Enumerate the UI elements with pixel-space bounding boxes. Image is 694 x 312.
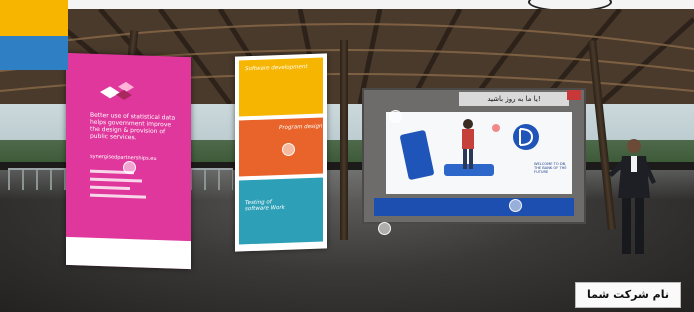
booth-screen[interactable]: یا ما به روز باشید! WELCOME TO DB, THE B…	[362, 88, 586, 224]
poster-software[interactable]: Software development Program design Test…	[235, 53, 327, 252]
company-name-label: نام شرکت شما	[575, 282, 681, 308]
pillar	[340, 40, 348, 240]
screen-header: یا ما به روز باشید!	[459, 92, 569, 106]
hotspot-screen-top[interactable]	[389, 110, 402, 123]
sponsor-logos	[66, 236, 191, 270]
hotspot-poster-left[interactable]	[123, 161, 136, 174]
section-program-design: Program design	[239, 117, 323, 177]
hotspot-floor[interactable]	[378, 222, 391, 235]
record-badge	[567, 90, 581, 100]
section-testing: Testing of software Work	[239, 177, 323, 245]
hotspot-screen-bottom[interactable]	[509, 199, 522, 212]
cube-logo-icon	[100, 81, 134, 100]
screen-footer-bar	[374, 198, 574, 216]
banking-illustration	[400, 119, 539, 180]
poster-headline: Better use of statistical data helps gov…	[90, 111, 176, 142]
poster-url: synergisedpartnerships.eu	[90, 153, 157, 162]
welcome-text: WELCOME TO DB, THE BANK OF THE FUTURE	[534, 162, 567, 174]
presenter-avatar	[608, 139, 656, 254]
screen-content: WELCOME TO DB, THE BANK OF THE FUTURE	[386, 112, 572, 194]
hotspot-poster-middle[interactable]	[282, 143, 295, 156]
section-software-development: Software development	[239, 57, 323, 117]
virtual-exhibition-scene: Better use of statistical data helps gov…	[0, 0, 694, 312]
